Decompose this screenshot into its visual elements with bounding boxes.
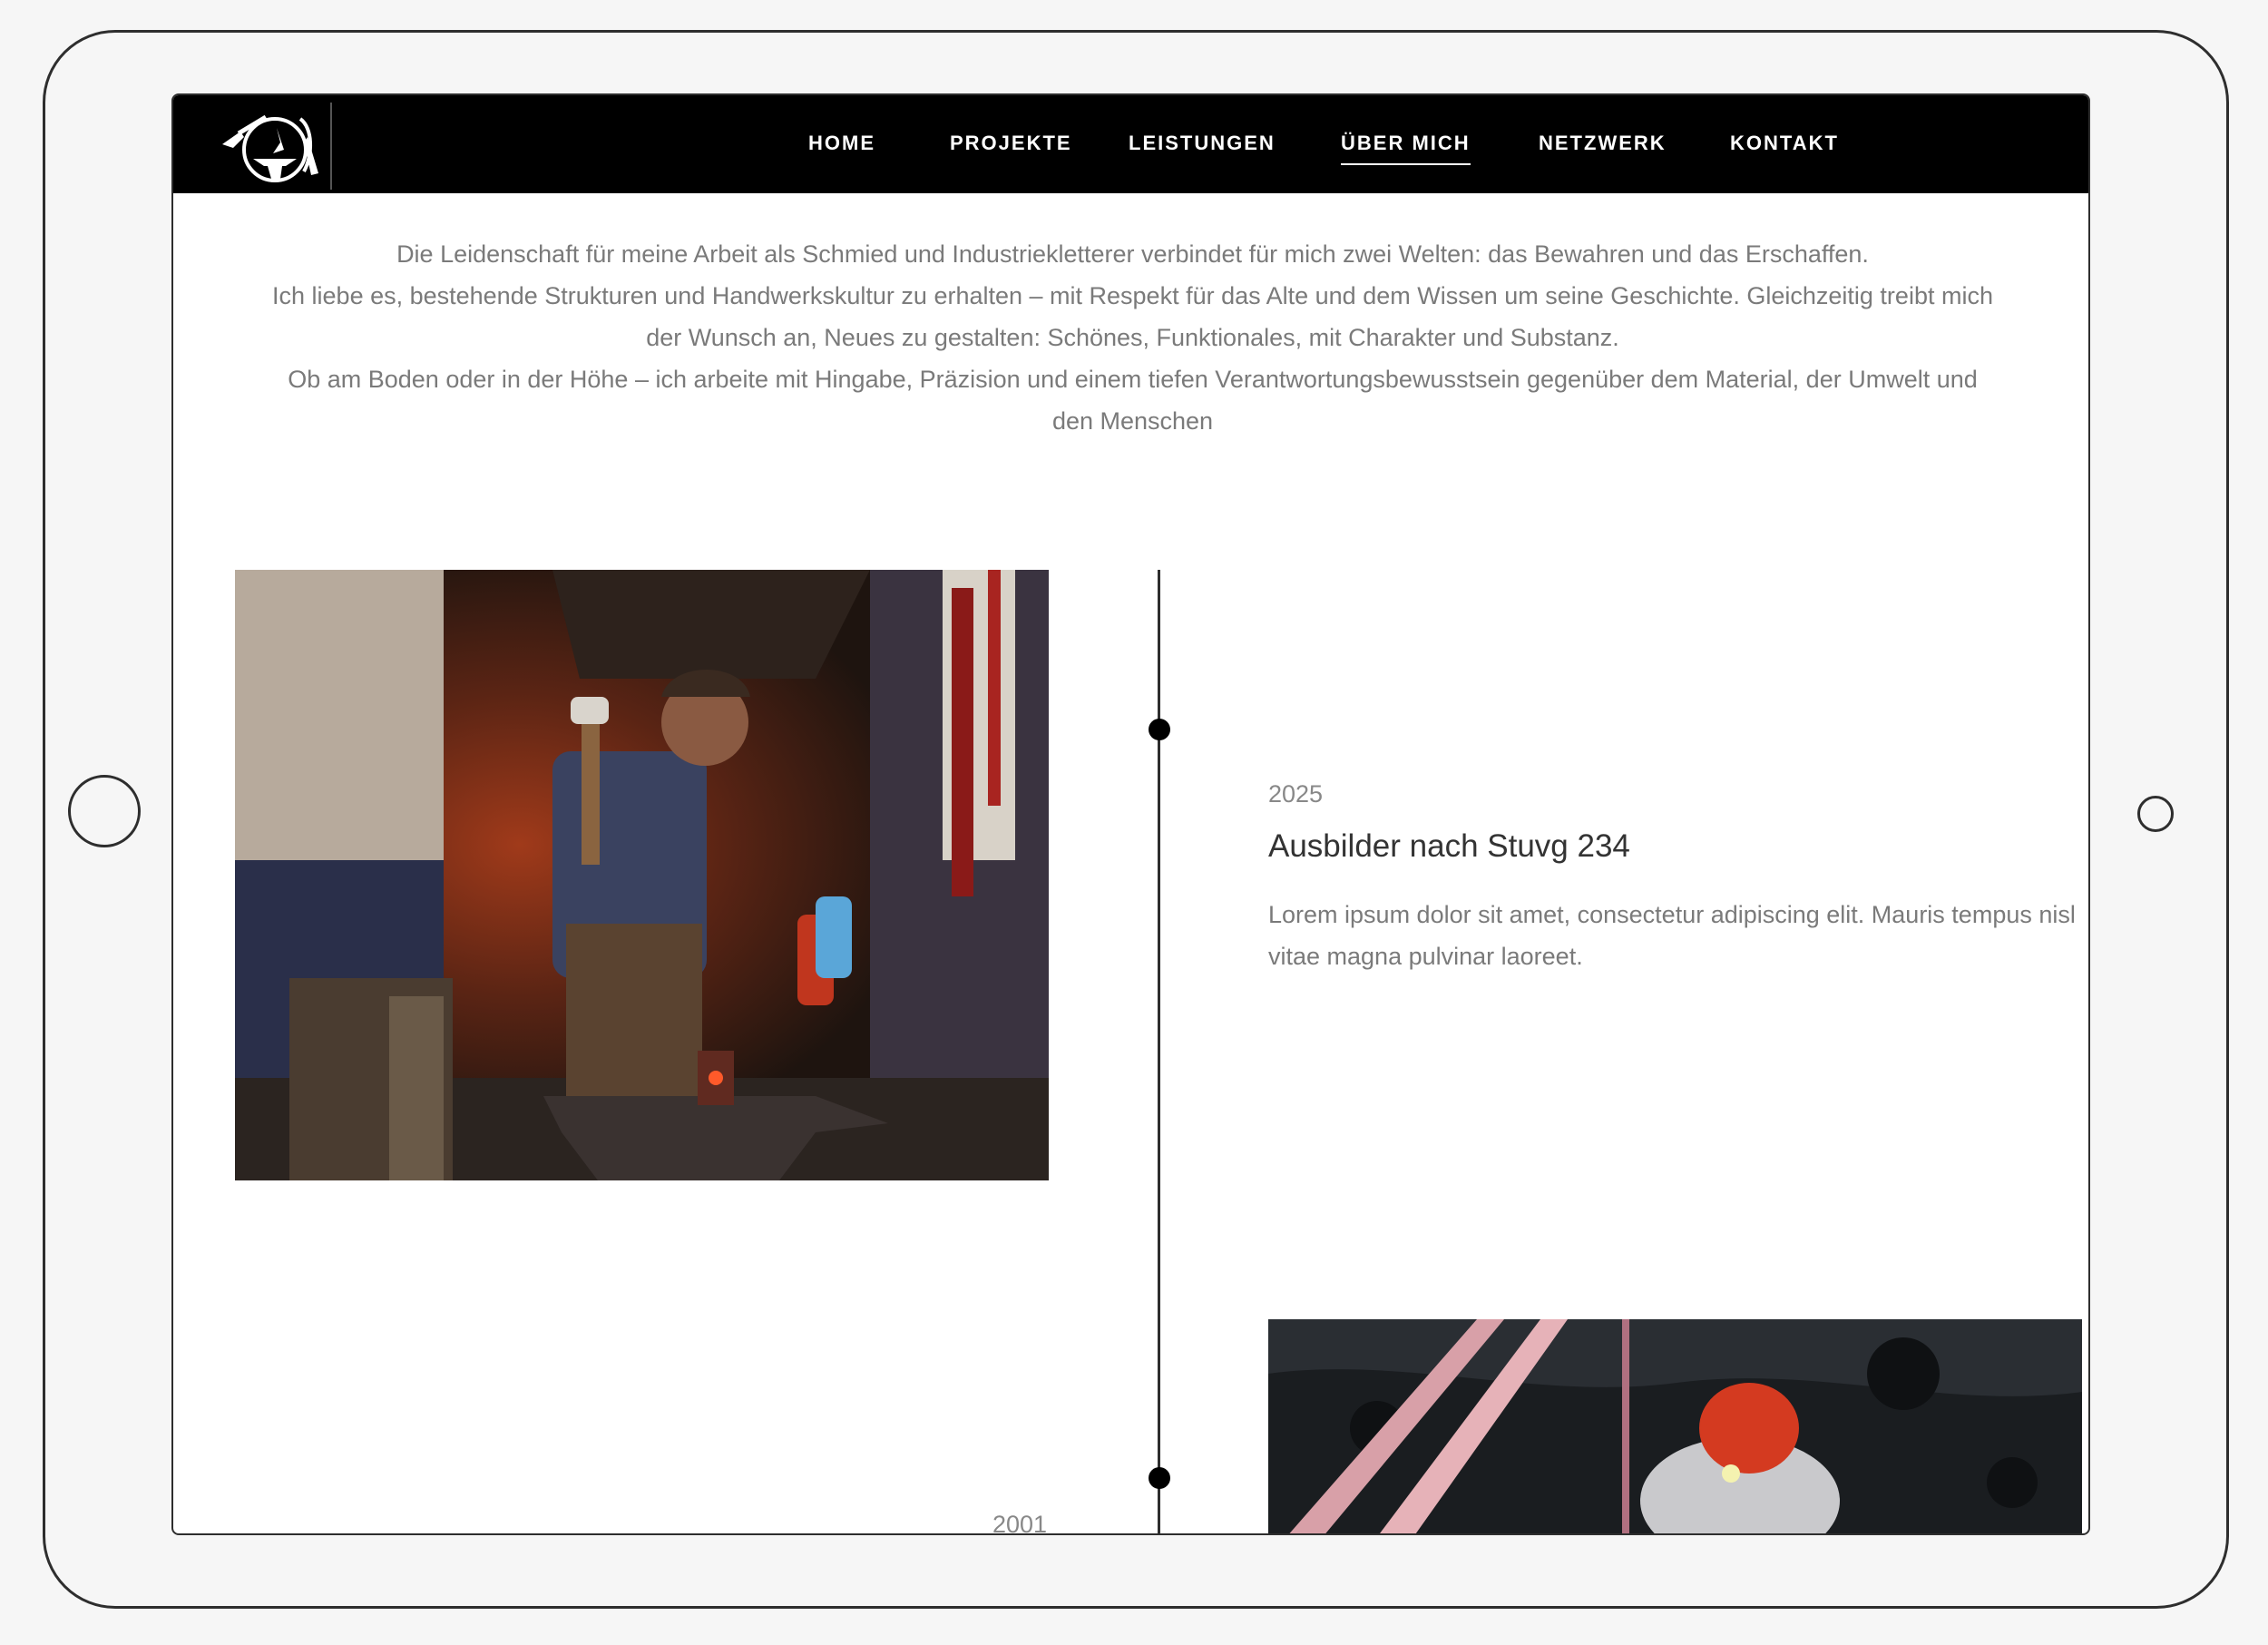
nav-item-projekte[interactable]: PROJEKTE xyxy=(950,132,1072,155)
timeline-year-2001: 2001 xyxy=(992,1511,1048,1535)
timeline-title-2025: Ausbilder nach Stuvg 234 xyxy=(1268,828,1630,864)
nav-item-netzwerk[interactable]: NETZWERK xyxy=(1539,132,1667,155)
timeline-description-2025: Lorem ipsum dolor sit amet, consectetur … xyxy=(1268,901,2076,970)
blacksmith-photo xyxy=(235,570,1049,1180)
climber-photo xyxy=(1268,1319,2082,1533)
nav-item-ueber-mich[interactable]: ÜBER MICH xyxy=(1341,132,1471,165)
nav-item-leistungen[interactable]: LEISTUNGEN xyxy=(1129,132,1276,155)
timeline-year-2025: 2025 xyxy=(1268,780,1324,808)
browser-screen: HOME PROJEKTE LEISTUNGEN ÜBER MICH NETZW… xyxy=(171,93,2090,1535)
timeline-dot-2001 xyxy=(1149,1467,1170,1489)
timeline-dot-2025 xyxy=(1149,719,1170,740)
timeline-line xyxy=(1158,570,1160,1533)
intro-paragraph-1: Die Leidenschaft für meine Arbeit als Sc… xyxy=(396,240,1869,268)
nav-item-home[interactable]: HOME xyxy=(808,132,875,155)
nav-item-kontakt[interactable]: KONTAKT xyxy=(1730,132,1839,155)
intro-paragraph-3: Ob am Boden oder in der Höhe – ich arbei… xyxy=(288,366,1978,435)
navbar: HOME PROJEKTE LEISTUNGEN ÜBER MICH NETZW… xyxy=(173,95,2088,193)
tablet-camera xyxy=(2137,796,2174,832)
intro-text: Die Leidenschaft für meine Arbeit als Sc… xyxy=(264,233,2001,442)
intro-paragraph-2: Ich liebe es, bestehende Strukturen und … xyxy=(272,282,1993,351)
tablet-home-button xyxy=(68,775,141,847)
main-nav: HOME PROJEKTE LEISTUNGEN ÜBER MICH NETZW… xyxy=(173,95,2088,193)
